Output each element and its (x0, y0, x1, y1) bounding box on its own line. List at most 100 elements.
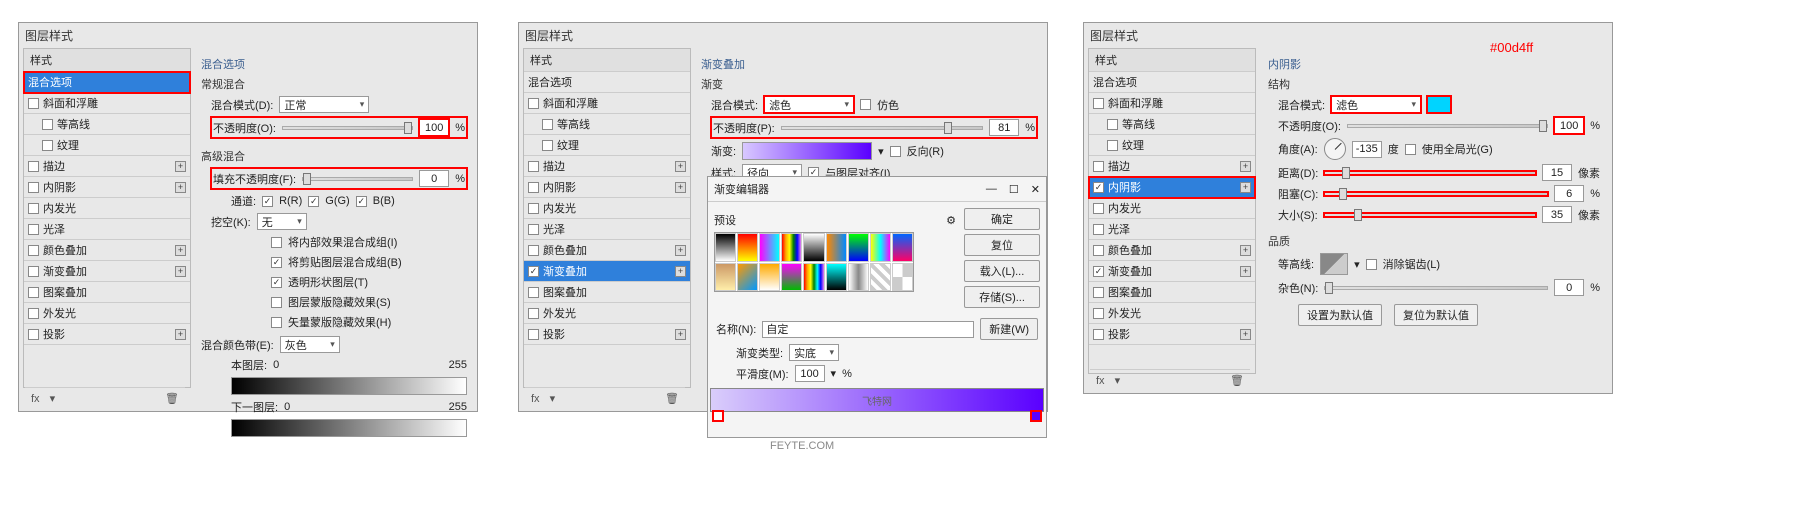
dither-chk[interactable] (860, 99, 871, 110)
style-checkbox[interactable] (28, 98, 39, 109)
add-effect-icon[interactable]: + (675, 245, 686, 256)
add-effect-icon[interactable]: + (675, 329, 686, 340)
style-row[interactable]: 斜面和浮雕 (524, 93, 690, 114)
add-effect-icon[interactable]: + (1240, 182, 1251, 193)
style-checkbox[interactable] (1107, 119, 1118, 130)
style-row[interactable]: 颜色叠加+ (1089, 240, 1255, 261)
style-row[interactable]: 等高线 (1089, 114, 1255, 135)
size-slider[interactable] (1324, 213, 1536, 217)
style-checkbox[interactable] (1093, 161, 1104, 172)
style-checkbox[interactable] (528, 98, 539, 109)
dropdown-icon[interactable] (550, 392, 556, 405)
minimize-icon[interactable]: — (986, 183, 997, 196)
channel-r-chk[interactable]: ✓ (262, 196, 273, 207)
this-layer-ramp[interactable] (231, 377, 467, 395)
style-row[interactable]: 投影+ (1089, 324, 1255, 345)
add-effect-icon[interactable]: + (1240, 329, 1251, 340)
style-checkbox[interactable] (28, 224, 39, 235)
style-row[interactable]: 混合选项 (1089, 72, 1255, 93)
trash-icon[interactable]: 🗑 (165, 392, 179, 405)
dropdown-icon[interactable] (1115, 374, 1121, 387)
style-checkbox[interactable] (528, 224, 539, 235)
style-row[interactable]: 等高线 (24, 114, 190, 135)
add-effect-icon[interactable]: + (1240, 266, 1251, 277)
style-checkbox[interactable] (28, 245, 39, 256)
channel-g-chk[interactable]: ✓ (308, 196, 319, 207)
style-row[interactable]: ✓渐变叠加+ (524, 261, 690, 282)
save-button[interactable]: 存储(S)... (964, 286, 1040, 308)
style-row[interactable]: ✓渐变叠加+ (1089, 261, 1255, 282)
style-row[interactable]: 内发光 (1089, 198, 1255, 219)
style-row[interactable]: 斜面和浮雕 (1089, 93, 1255, 114)
style-checkbox[interactable] (542, 140, 553, 151)
gtype-dropdown[interactable]: 实底▾ (789, 344, 839, 361)
style-checkbox[interactable] (42, 140, 53, 151)
under-layer-ramp[interactable] (231, 419, 467, 437)
style-row[interactable]: 混合选项 (524, 72, 690, 93)
style-checkbox[interactable] (1107, 140, 1118, 151)
style-checkbox[interactable] (28, 182, 39, 193)
style-checkbox[interactable] (28, 203, 39, 214)
style-checkbox[interactable] (542, 119, 553, 130)
style-row[interactable]: 外发光 (24, 303, 190, 324)
knockout-dropdown[interactable]: 无▾ (257, 213, 307, 230)
style-row[interactable]: 光泽 (524, 219, 690, 240)
add-effect-icon[interactable]: + (175, 245, 186, 256)
reset-button[interactable]: 复位 (964, 234, 1040, 256)
gear-icon[interactable] (946, 214, 956, 227)
close-icon[interactable]: ✕ (1031, 183, 1040, 196)
blend-if-dropdown[interactable]: 灰色▾ (280, 336, 340, 353)
style-row[interactable]: 外发光 (524, 303, 690, 324)
smooth-input[interactable]: 100 (795, 365, 825, 382)
dropdown-icon[interactable] (50, 392, 56, 405)
style-row[interactable]: 混合选项 (24, 72, 190, 93)
style-row[interactable]: 描边+ (1089, 156, 1255, 177)
go-opacity-slider[interactable] (781, 126, 983, 130)
contour-picker[interactable] (1320, 253, 1348, 275)
style-checkbox[interactable] (28, 161, 39, 172)
go-grad-picker[interactable] (742, 142, 872, 160)
style-checkbox[interactable] (1093, 287, 1104, 298)
style-checkbox[interactable] (1093, 224, 1104, 235)
style-row[interactable]: 投影+ (524, 324, 690, 345)
size-input[interactable]: 35 (1542, 206, 1572, 223)
style-checkbox[interactable] (28, 266, 39, 277)
distance-slider[interactable] (1324, 171, 1536, 175)
style-row[interactable]: 内发光 (524, 198, 690, 219)
opacity-input[interactable]: 100 (419, 119, 449, 136)
style-row[interactable]: 内阴影+ (524, 177, 690, 198)
style-row[interactable]: 内发光 (24, 198, 190, 219)
choke-slider[interactable] (1324, 192, 1548, 196)
grad-stop-right[interactable] (1031, 411, 1041, 421)
add-effect-icon[interactable]: + (675, 266, 686, 277)
style-checkbox[interactable] (1093, 98, 1104, 109)
opacity-slider[interactable] (282, 126, 413, 130)
load-button[interactable]: 载入(L)... (964, 260, 1040, 282)
chk-inner-group[interactable] (271, 237, 282, 248)
fill-opacity-slider[interactable] (302, 177, 413, 181)
style-checkbox[interactable] (1093, 308, 1104, 319)
style-row[interactable]: 纹理 (524, 135, 690, 156)
style-checkbox[interactable] (1093, 329, 1104, 340)
noise-input[interactable]: 0 (1554, 279, 1584, 296)
style-row[interactable]: 颜色叠加+ (24, 240, 190, 261)
is-blendmode-dropdown[interactable]: 滤色▾ (1331, 96, 1421, 113)
choke-input[interactable]: 6 (1554, 185, 1584, 202)
reverse-chk[interactable] (890, 146, 901, 157)
maximize-icon[interactable]: ☐ (1009, 183, 1019, 196)
style-row[interactable]: 纹理 (24, 135, 190, 156)
style-row[interactable]: 图案叠加 (24, 282, 190, 303)
style-checkbox[interactable] (528, 203, 539, 214)
reset-default-button[interactable]: 复位为默认值 (1394, 304, 1478, 326)
make-default-button[interactable]: 设置为默认值 (1298, 304, 1382, 326)
trash-icon[interactable]: 🗑 (1230, 374, 1244, 387)
style-checkbox[interactable] (28, 287, 39, 298)
add-effect-icon[interactable]: + (175, 182, 186, 193)
style-checkbox[interactable] (528, 329, 539, 340)
gradient-bar[interactable]: 飞特网 (710, 388, 1044, 412)
style-row[interactable]: 投影+ (24, 324, 190, 345)
distance-input[interactable]: 15 (1542, 164, 1572, 181)
angle-input[interactable]: -135 (1352, 141, 1382, 158)
noise-slider[interactable] (1324, 286, 1548, 290)
add-effect-icon[interactable]: + (675, 182, 686, 193)
